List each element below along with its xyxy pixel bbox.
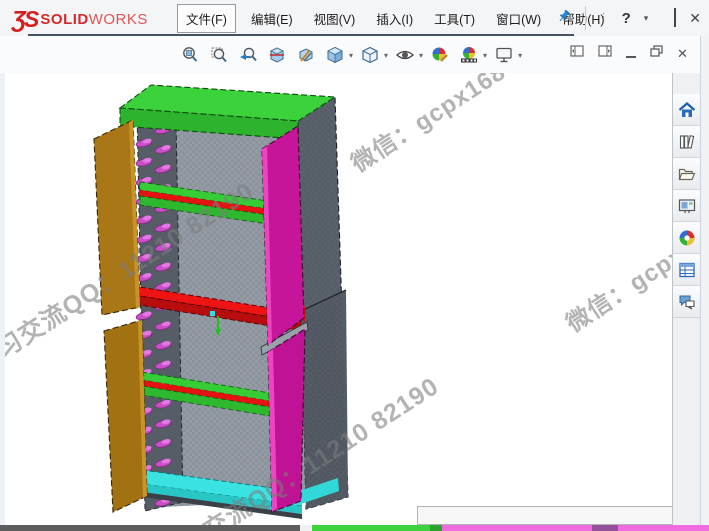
solidworks-logo: ƷS SOLIDWORKS [12, 6, 148, 33]
title-bar: ƷS SOLIDWORKS 文件(F) 编辑(E) 视图(V) 插入(I) 工具… [0, 0, 709, 36]
apply-scene-icon[interactable] [457, 42, 481, 68]
menu-edit[interactable]: 编辑(E) [245, 5, 299, 32]
help-caret-icon[interactable]: ▾ [644, 13, 649, 24]
menu-tools[interactable]: 工具(T) [428, 5, 481, 32]
close-doc-icon[interactable]: ✕ [677, 47, 688, 60]
hide-show-items-icon[interactable] [393, 42, 417, 68]
custom-properties-icon[interactable] [673, 254, 700, 286]
window-right-frame [700, 36, 709, 525]
menu-view[interactable]: 视图(V) [308, 5, 362, 32]
menu-bar: 文件(F) 编辑(E) 视图(V) 插入(I) 工具(T) 窗口(W) 帮助(H… [177, 5, 611, 32]
door-right-magenta-upper[interactable] [262, 126, 304, 345]
restore-doc-icon[interactable] [650, 44, 663, 62]
view-settings-caret-icon[interactable]: ▾ [518, 51, 522, 60]
previous-view-icon[interactable] [236, 42, 260, 68]
titlebar-separator [585, 6, 586, 30]
zoom-to-area-icon[interactable] [207, 42, 231, 68]
solidworks-forum-icon[interactable] [673, 286, 700, 318]
task-pane [672, 73, 701, 525]
menu-insert[interactable]: 插入(I) [370, 5, 419, 32]
view-palette-icon[interactable] [673, 190, 700, 222]
pin-menu-icon[interactable] [556, 8, 572, 29]
design-library-icon[interactable] [673, 126, 700, 158]
annotation-views-icon[interactable] [294, 42, 318, 68]
menu-window[interactable]: 窗口(W) [490, 5, 547, 32]
menu-file[interactable]: 文件(F) [177, 4, 236, 33]
pane-right-icon[interactable] [598, 44, 612, 62]
minimize-doc-icon[interactable] [626, 49, 636, 58]
display-style-icon[interactable] [358, 42, 382, 68]
close-button[interactable]: ✕ [689, 11, 701, 25]
ds-logo-icon: ƷS [12, 6, 37, 33]
model-viewport[interactable]: 微信：gcpx168 学习交流QQ：11210 82190 微信：gcpx168… [5, 73, 672, 525]
zoom-to-fit-icon[interactable] [178, 42, 202, 68]
door-right-magenta-lower[interactable] [268, 329, 305, 512]
pane-left-icon[interactable] [570, 44, 584, 62]
file-explorer-icon[interactable] [673, 158, 700, 190]
door-left-brown-upper[interactable] [94, 120, 140, 315]
solidworks-resources-home-icon[interactable] [673, 94, 700, 126]
display-style-caret-icon[interactable]: ▾ [384, 51, 388, 60]
bottom-window-sliver [0, 525, 709, 531]
horizontal-scrollbar[interactable] [417, 506, 672, 525]
solidworks-window: ƷS SOLIDWORKS 文件(F) 编辑(E) 视图(V) 插入(I) 工具… [0, 0, 709, 531]
hide-show-caret-icon[interactable]: ▾ [419, 51, 423, 60]
apply-scene-caret-icon[interactable]: ▾ [483, 51, 487, 60]
view-orientation-caret-icon[interactable]: ▾ [349, 51, 353, 60]
overflow-icon[interactable]: ⋮ [599, 13, 609, 23]
view-toolbar: ▾ ▾ ▾ ▾ ▾ [0, 36, 709, 74]
cabinet-right-side-panel[interactable] [297, 97, 348, 509]
appearances-scenes-icon[interactable] [673, 222, 700, 254]
logo-text-solid: SOLID [40, 11, 88, 28]
logo-text-works: WORKS [89, 11, 148, 28]
help-icon[interactable]: ? [622, 11, 631, 26]
view-settings-icon[interactable] [492, 42, 516, 68]
section-view-icon[interactable] [265, 42, 289, 68]
edit-appearance-icon[interactable] [428, 42, 452, 68]
window-left-frame [0, 73, 5, 525]
maximize-button[interactable] [674, 9, 676, 27]
door-left-brown-lower[interactable] [104, 320, 147, 512]
view-orientation-icon[interactable] [323, 42, 347, 68]
